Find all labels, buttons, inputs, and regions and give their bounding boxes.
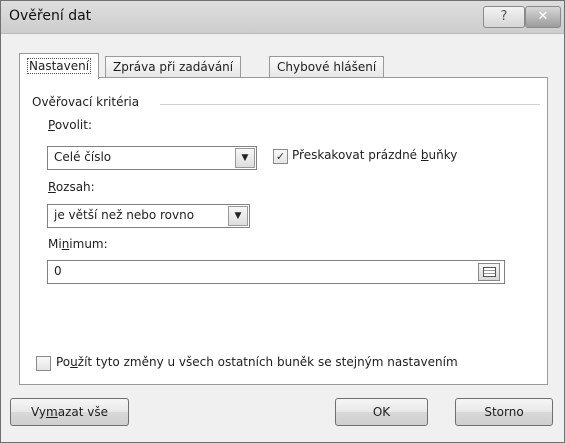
data-label: Rozsah: — [48, 180, 95, 194]
minimum-input[interactable]: 0 — [47, 260, 505, 284]
chevron-down-icon[interactable]: ▼ — [235, 148, 255, 168]
criteria-group-label: Ověřovací kritéria — [32, 95, 140, 109]
apply-all-checkbox[interactable] — [36, 356, 51, 371]
ignore-blank-label: Přeskakovat prázdné buňky — [292, 148, 458, 162]
chevron-down-icon[interactable]: ▼ — [228, 206, 248, 226]
tab-settings[interactable]: Nastavení — [19, 53, 100, 79]
dialog-title: Ověření dat — [9, 8, 92, 24]
group-divider — [160, 104, 540, 105]
cancel-button[interactable]: Storno — [455, 398, 553, 426]
ignore-blank-checkbox[interactable]: ✓ — [273, 149, 288, 164]
tab-input-message[interactable]: Zpráva při zadávání — [105, 56, 242, 78]
title-bar: Ověření dat ? ✕ — [1, 1, 564, 34]
allow-select[interactable]: Celé číslo ▼ — [47, 146, 257, 170]
minimum-label: Minimum: — [48, 237, 108, 251]
tab-error-alert[interactable]: Chybové hlášení — [269, 56, 385, 78]
range-selector-icon[interactable] — [478, 263, 500, 281]
allow-label: Povolit: — [48, 118, 93, 132]
help-button[interactable]: ? — [483, 6, 525, 28]
data-validation-dialog: Ověření dat ? ✕ Nastavení Zpráva při zad… — [0, 0, 565, 443]
data-select[interactable]: je větší než nebo rovno ▼ — [47, 204, 250, 228]
tab-settings-label: Nastavení — [27, 58, 92, 74]
checkmark-icon: ✓ — [275, 150, 286, 163]
settings-panel: Ověřovací kritéria Povolit: Celé číslo ▼… — [19, 77, 548, 385]
data-value: je větší než nebo rovno — [54, 208, 195, 222]
allow-value: Celé číslo — [54, 150, 112, 164]
clear-all-button[interactable]: Vymazat vše — [10, 398, 129, 426]
minimum-value: 0 — [54, 264, 62, 278]
apply-all-label: Použít tyto změny u všech ostatních buně… — [56, 355, 458, 369]
close-button[interactable]: ✕ — [525, 6, 561, 28]
ok-button[interactable]: OK — [335, 398, 428, 426]
